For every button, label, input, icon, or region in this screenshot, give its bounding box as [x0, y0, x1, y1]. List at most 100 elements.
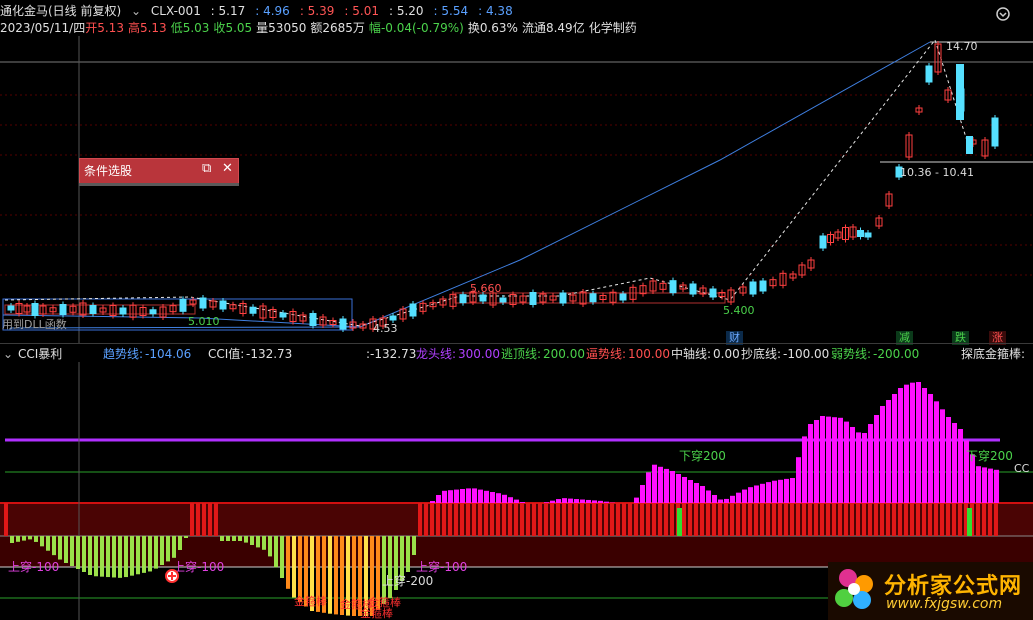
cci-bar: [502, 494, 507, 503]
cci-bar: [16, 536, 20, 542]
annotation-hoop-1: 金箍棒: [294, 594, 327, 608]
close-icon[interactable]: ✕: [222, 161, 233, 176]
cci-bar: [478, 489, 483, 503]
condition-select-dialog[interactable]: 条件选股 ⧉ ✕: [79, 158, 239, 184]
candlesticks: [7, 41, 999, 332]
cci-bar: [976, 503, 980, 536]
cci-band: [0, 503, 1033, 567]
cci-bar: [466, 488, 471, 503]
cci-bar: [706, 490, 711, 503]
cci-bar: [676, 474, 681, 503]
cci-bar: [706, 503, 710, 536]
price-label-5660: 5.660: [470, 282, 502, 295]
cci-bar: [640, 503, 644, 536]
volume-value: 53050: [268, 21, 307, 35]
cci-bar: [322, 536, 326, 613]
cci-bar: [916, 382, 921, 503]
candle-body: [279, 312, 287, 318]
cci-bar: [886, 400, 891, 503]
annotation-down200-b: 下穿200: [966, 448, 1013, 463]
quote-date: 2023/05/11/四: [0, 21, 86, 35]
cci-bar: [190, 503, 194, 536]
candle-body: [559, 292, 567, 304]
cci-bar: [574, 503, 578, 536]
turnover-label: 换: [467, 21, 480, 35]
restore-icon[interactable]: ⧉: [202, 161, 211, 176]
cci-bar: [82, 536, 86, 572]
cci-bar: [916, 503, 920, 536]
cci-band-top: [0, 503, 1033, 536]
cci-bar: [892, 394, 897, 503]
cci-bar: [154, 536, 158, 569]
annotation-hoop-2: 金箍棒: [340, 597, 373, 611]
cci-bar: [118, 536, 122, 578]
settings-circle-icon[interactable]: [995, 6, 1011, 22]
cci-bar: [946, 503, 950, 536]
cci-bar: [274, 536, 278, 568]
bottom-label: 抄底线:: [741, 347, 782, 361]
cci-indicator-name[interactable]: CCI暴利: [18, 346, 62, 362]
indicator-name[interactable]: CLX-001: [151, 4, 201, 18]
collapse-icon[interactable]: ⌄: [3, 346, 13, 362]
cci-bar: [682, 477, 687, 503]
cci-bar: [994, 469, 999, 503]
stock-name[interactable]: 通化金马(日线 前复权): [0, 4, 121, 18]
cci-bar: [172, 536, 176, 558]
quote-info-line: 2023/05/11/四开5.13 高5.13 低5.03 收5.05 量53050 额2…: [0, 20, 641, 36]
panel-separator[interactable]: [0, 343, 1033, 344]
cci-bar: [418, 503, 422, 536]
cci-bar: [814, 420, 819, 503]
cci-bar: [898, 503, 902, 536]
cci-bar: [634, 503, 638, 536]
buy-marker-icon: [165, 569, 179, 583]
candle-body: [857, 230, 864, 237]
sector[interactable]: 化学制药: [589, 21, 637, 35]
cci-bar: [826, 416, 831, 503]
indicator-value: : 5.39: [299, 4, 335, 18]
cci-bar: [940, 409, 945, 503]
cci-bar: [826, 503, 830, 536]
cci-bar: [646, 472, 651, 503]
cci-bar: [598, 503, 602, 536]
cci-bar: [754, 485, 759, 503]
cci-bar: [298, 536, 302, 602]
cci-bar: [382, 536, 386, 604]
cci-bar: [280, 536, 284, 578]
cci-bar: [502, 503, 506, 536]
cci-bar: [220, 536, 224, 541]
chevron-down-icon[interactable]: ⌄: [131, 4, 141, 18]
trend-value: -104.06: [145, 347, 192, 361]
cci-bar: [628, 503, 632, 536]
cci-bar: [694, 503, 698, 536]
cci-bar: [106, 536, 110, 578]
cci-bar: [610, 503, 614, 536]
candle-body: [925, 65, 933, 83]
cci-bar: [430, 501, 435, 503]
cci-bar: [358, 536, 362, 616]
cci-bar: [880, 503, 884, 536]
cci-bar: [892, 503, 896, 536]
cci-bar: [772, 503, 776, 536]
cci-bar: [10, 536, 14, 543]
annotation-up100-c: 上穿-100: [416, 559, 467, 574]
cci-bar: [952, 503, 956, 536]
top-right-icon-box[interactable]: [995, 6, 1011, 22]
amount-label: 额: [310, 21, 323, 35]
annotation-up100-a: 上穿-100: [8, 559, 59, 574]
cci-bar: [664, 503, 668, 536]
candle-body: [529, 292, 537, 305]
cci-bar: [790, 503, 794, 536]
cci-bar: [586, 503, 590, 536]
cci-bar: [238, 536, 242, 541]
cci-bar: [334, 536, 338, 615]
amount-value: 2685万: [322, 21, 365, 35]
press-value: 100.00: [628, 347, 670, 361]
cci-bar: [940, 503, 944, 536]
cci-value: -132.73: [246, 347, 293, 361]
cci-bar: [700, 503, 704, 536]
cci-bar: [677, 508, 682, 536]
cci-bar: [700, 486, 705, 503]
cci-bar: [184, 536, 188, 538]
cci-bar: [340, 536, 344, 615]
cci-bar: [988, 468, 993, 503]
